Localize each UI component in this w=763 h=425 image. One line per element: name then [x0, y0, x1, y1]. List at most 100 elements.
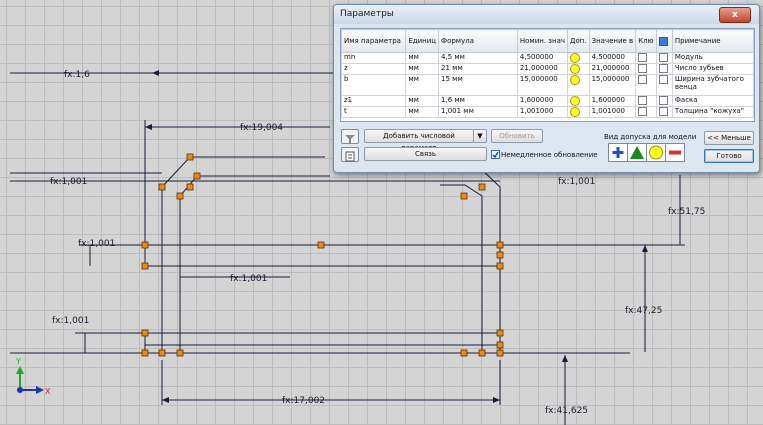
tolerance-cell[interactable] [567, 74, 590, 96]
param-unit[interactable]: мм [405, 63, 440, 75]
nominal-tolerance-button[interactable] [646, 143, 666, 162]
param-formula[interactable]: 1,001 мм [438, 106, 518, 118]
dialog-titlebar: Параметры x [334, 5, 759, 24]
param-model-value: 1,001000 [588, 106, 637, 118]
param-name[interactable]: b [341, 74, 407, 96]
key-checkbox[interactable] [638, 75, 648, 84]
column-header-export[interactable] [655, 29, 673, 53]
export-cell[interactable] [655, 52, 673, 64]
param-unit[interactable]: мм [405, 95, 440, 107]
export-icon [658, 36, 668, 46]
param-model-value: 15,000000 [588, 74, 637, 96]
dimension-label: fx:47,25 [625, 306, 662, 316]
column-header-nominal[interactable]: Номин. знач [516, 29, 569, 53]
param-unit[interactable]: мм [405, 74, 440, 96]
lower-tolerance-button[interactable] [665, 143, 685, 162]
table-row[interactable]: t мм 1,001 мм 1,001000 1,001000 Толщина … [341, 106, 754, 118]
param-model-value: 1,600000 [588, 95, 637, 107]
add-numeric-parameter-button[interactable]: Добавить числовой параметр [364, 129, 474, 152]
tolerance-circle-icon[interactable] [570, 107, 581, 117]
table-row[interactable]: b мм 15 мм 15,000000 15,000000 Ширина зу… [341, 74, 754, 96]
key-checkbox[interactable] [638, 53, 648, 62]
done-button[interactable]: Готово [704, 149, 754, 163]
export-checkbox[interactable] [658, 75, 668, 84]
param-name[interactable]: z [341, 63, 407, 75]
param-note[interactable]: Фаска [671, 95, 754, 107]
dimension-label: fx:1,6 [64, 70, 90, 80]
export-checkbox[interactable] [658, 64, 668, 73]
param-note[interactable]: Модуль [671, 52, 754, 64]
update-button[interactable]: Обновить [491, 129, 543, 143]
dimension-label: fx:1,001 [78, 239, 115, 249]
key-cell[interactable] [635, 52, 657, 64]
column-header-unit[interactable]: Единиц [405, 29, 440, 53]
tolerance-label: Вид допуска для модели [604, 133, 697, 141]
export-cell[interactable] [655, 63, 673, 75]
param-formula[interactable]: 4,5 мм [438, 52, 518, 64]
dimension-label: fx:19,004 [240, 123, 283, 133]
dimension-label: fx:1,001 [50, 177, 87, 187]
upper-tolerance-button[interactable] [608, 143, 628, 162]
tolerance-circle-icon[interactable] [570, 96, 581, 106]
key-checkbox[interactable] [638, 107, 648, 116]
param-note[interactable]: Число зубьев [671, 63, 754, 75]
export-checkbox[interactable] [658, 96, 668, 105]
column-header-note[interactable]: Примечание [671, 29, 754, 53]
param-formula[interactable]: 1,6 мм [438, 95, 518, 107]
key-cell[interactable] [635, 63, 657, 75]
tolerance-circle-icon[interactable] [570, 75, 581, 85]
tolerance-circle-icon[interactable] [570, 53, 581, 63]
column-header-key[interactable]: Клю [635, 29, 657, 53]
table-row[interactable]: z1 мм 1,6 мм 1,600000 1,600000 Фаска [341, 95, 754, 107]
table-row[interactable]: z мм 21 мм 21,000000 21,000000 Число зуб… [341, 63, 754, 75]
key-checkbox[interactable] [638, 96, 648, 105]
param-unit[interactable]: мм [405, 52, 440, 64]
column-header-formula[interactable]: Формула [438, 29, 518, 53]
param-nominal: 21,000000 [516, 63, 569, 75]
param-name[interactable]: t [341, 106, 407, 118]
immediate-update-checkbox[interactable] [491, 150, 500, 159]
sketch-line [440, 167, 501, 353]
param-name[interactable]: z1 [341, 95, 407, 107]
key-checkbox[interactable] [638, 64, 648, 73]
export-cell[interactable] [655, 95, 673, 107]
key-cell[interactable] [635, 95, 657, 107]
param-nominal: 15,000000 [516, 74, 569, 96]
median-tolerance-button[interactable] [627, 143, 647, 162]
export-cell[interactable] [655, 106, 673, 118]
tolerance-circle-icon[interactable] [570, 64, 581, 74]
link-button[interactable]: Связь [364, 147, 487, 161]
tolerance-cell[interactable] [567, 95, 590, 107]
table-row[interactable]: mn мм 4,5 мм 4,500000 4,500000 Модуль [341, 52, 754, 64]
key-cell[interactable] [635, 74, 657, 96]
parameters-table[interactable]: Имя параметра Единиц Формула Номин. знач… [340, 28, 755, 122]
dialog-title: Параметры [340, 9, 394, 19]
export-cell[interactable] [655, 74, 673, 96]
axis-y-label: Y [15, 357, 21, 366]
dimension-label: fx:17,002 [282, 396, 325, 406]
export-parameters-icon[interactable] [341, 147, 359, 162]
column-header-name[interactable]: Имя параметра [341, 29, 407, 53]
param-formula[interactable]: 15 мм [438, 74, 518, 96]
filter-icon[interactable] [341, 129, 359, 144]
param-note[interactable]: Ширина зубчатого венца [671, 74, 754, 96]
param-name[interactable]: mn [341, 52, 407, 64]
param-formula[interactable]: 21 мм [438, 63, 518, 75]
less-button[interactable]: << Меньше [704, 131, 754, 145]
export-checkbox[interactable] [658, 53, 668, 62]
sketch-line [161, 156, 325, 353]
tolerance-cell[interactable] [567, 106, 590, 118]
tolerance-cell[interactable] [567, 63, 590, 75]
param-note[interactable]: Толщина "кожуха" [671, 106, 754, 118]
axis-x-label: X [45, 387, 51, 396]
param-unit[interactable]: мм [405, 106, 440, 118]
param-model-value: 21,000000 [588, 63, 637, 75]
sketch-points [141, 153, 504, 357]
export-checkbox[interactable] [658, 107, 668, 116]
close-button[interactable]: x [719, 7, 751, 23]
column-header-model-value[interactable]: Значение в [588, 29, 637, 53]
tolerance-cell[interactable] [567, 52, 590, 64]
column-header-tolerance[interactable]: Доп. [567, 29, 590, 53]
add-parameter-dropdown-button[interactable]: ▼ [473, 129, 487, 143]
key-cell[interactable] [635, 106, 657, 118]
